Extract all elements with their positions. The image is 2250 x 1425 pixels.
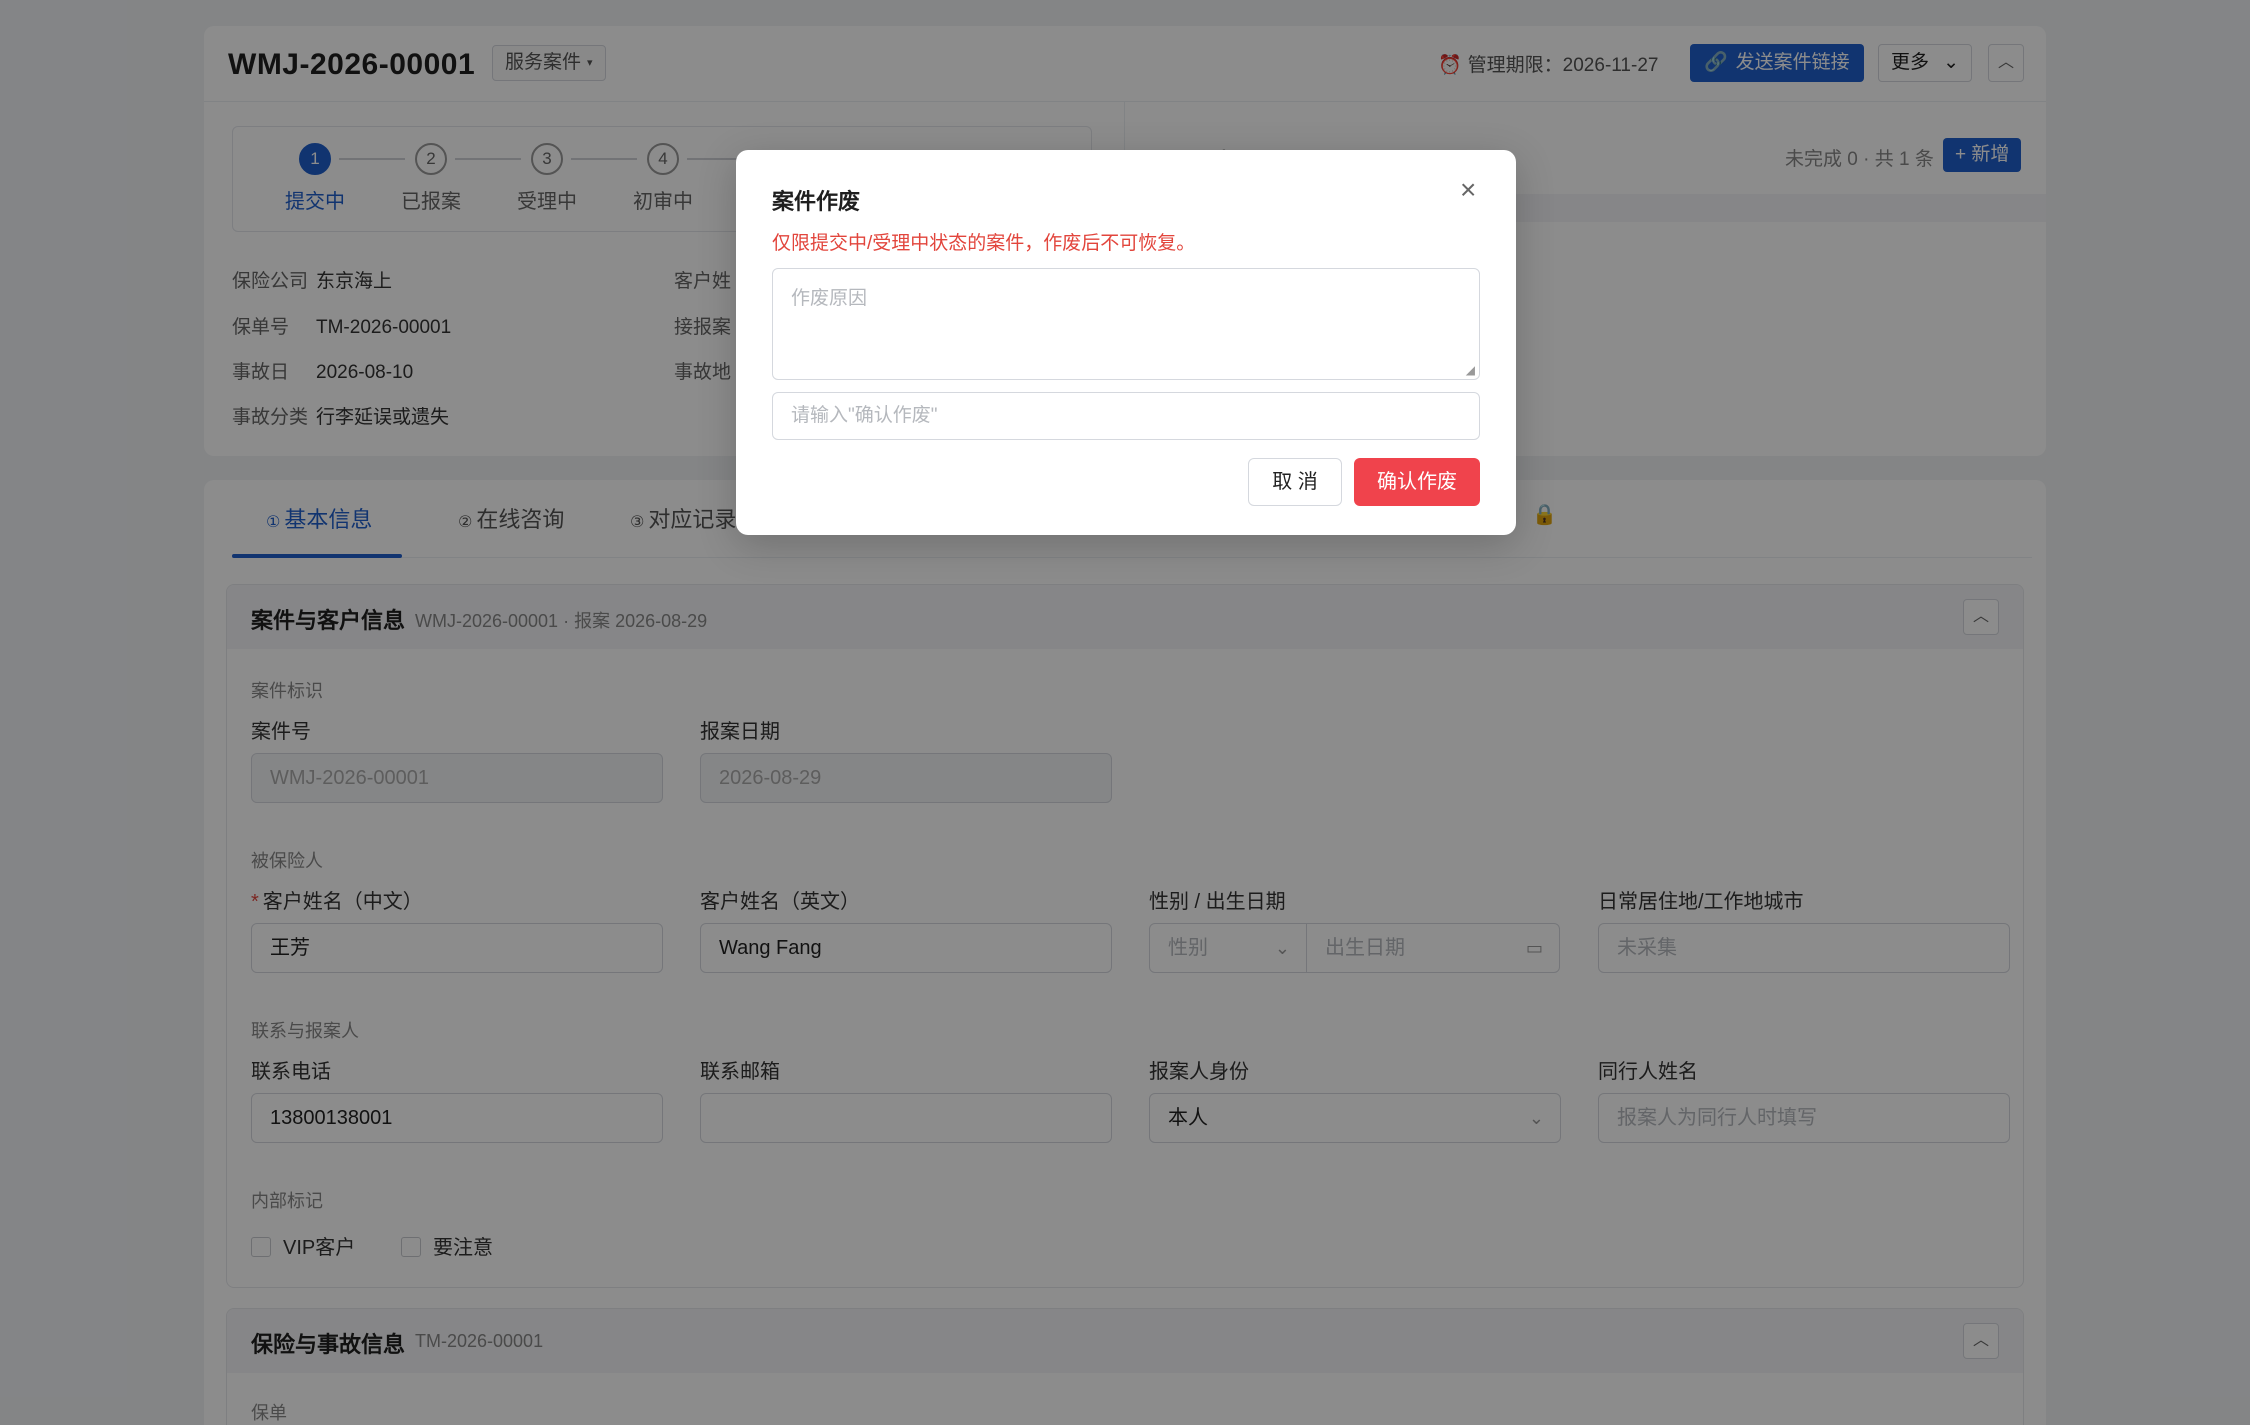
void-reason-textarea[interactable]: 作废原因 ◢ [772, 268, 1480, 380]
modal-warning: 仅限提交中/受理中状态的案件，作废后不可恢复。 [772, 233, 1196, 254]
case-detail-page: WMJ-2026-00001 服务案件 ▾ ⏰ 管理期限：2026-11-27 🔗 发… [0, 0, 2250, 1425]
reason-placeholder: 作废原因 [791, 288, 868, 309]
confirm-text-input[interactable]: 请输入"确认作废" [772, 392, 1480, 440]
modal-title: 案件作废 [772, 189, 861, 214]
cancel-button[interactable]: 取 消 [1248, 458, 1342, 506]
resize-handle-icon[interactable]: ◢ [1466, 363, 1475, 377]
close-icon[interactable]: × [1460, 176, 1476, 204]
void-case-modal: 案件作废 × 仅限提交中/受理中状态的案件，作废后不可恢复。 作废原因 ◢ 请输… [736, 150, 1516, 535]
confirm-void-button[interactable]: 确认作废 [1354, 458, 1480, 506]
